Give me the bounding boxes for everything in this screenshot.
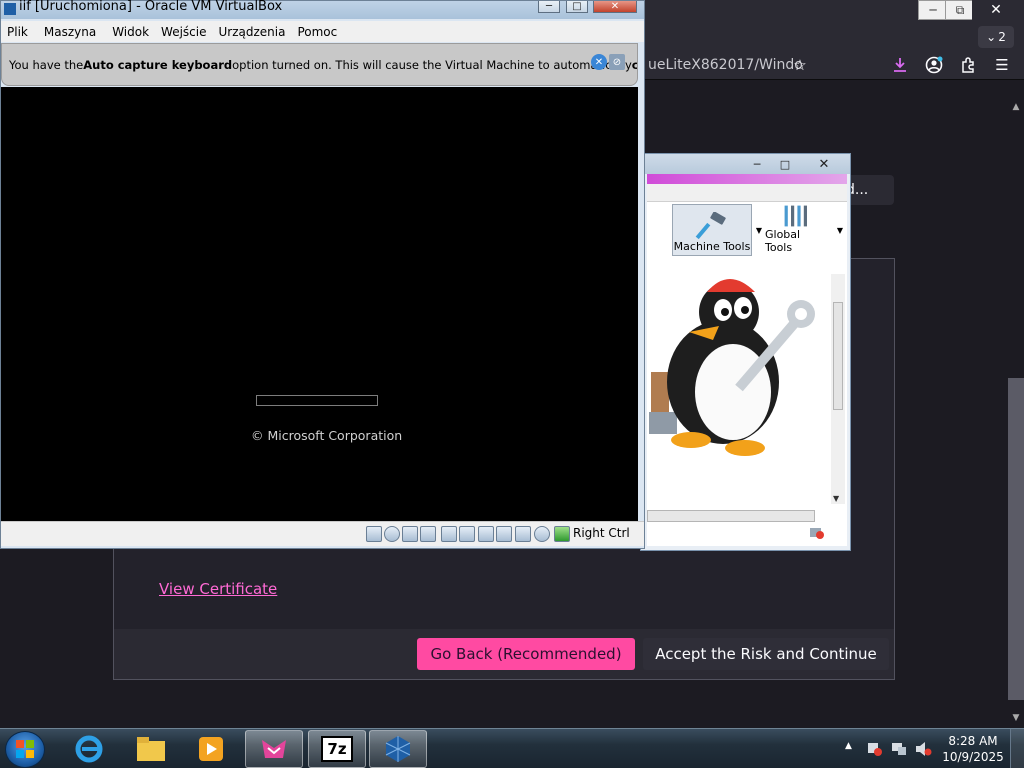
- menu-widok[interactable]: Widok: [102, 25, 155, 39]
- host-key-label: Right Ctrl: [573, 526, 630, 540]
- virtualbox-manager-window: ─ □ ✕ Machine Tools ▼ Global Tools ▼ ▼: [640, 153, 851, 551]
- optical-drive-icon[interactable]: [384, 526, 400, 542]
- show-hidden-icons-icon[interactable]: ▲: [845, 741, 852, 751]
- vm-guest-display[interactable]: © Microsoft Corporation: [1, 87, 638, 521]
- usb-icon[interactable]: [441, 526, 457, 542]
- media-player-icon: [199, 737, 223, 761]
- bookmark-star-icon[interactable]: ☆: [786, 52, 814, 78]
- maximize-button[interactable]: □: [566, 1, 588, 13]
- notice-do-not-show-icon[interactable]: ⊘: [609, 54, 625, 70]
- taskbar-virtualbox[interactable]: [369, 730, 427, 768]
- virtualbox-icon: [385, 736, 411, 762]
- action-center-icon[interactable]: [866, 741, 884, 757]
- accept-risk-button[interactable]: Accept the Risk and Continue: [643, 638, 889, 670]
- network-tray-icon[interactable]: [890, 741, 908, 757]
- 7zip-icon: 7z: [321, 736, 353, 762]
- taskbar-firefox[interactable]: [245, 730, 303, 768]
- audio-icon[interactable]: [402, 526, 418, 542]
- network-icon[interactable]: [420, 526, 436, 542]
- tab-count: 2: [998, 30, 1006, 44]
- notice-close-icon[interactable]: ✕: [591, 54, 607, 70]
- extensions-icon[interactable]: [954, 52, 982, 78]
- menu-pomoc[interactable]: Pomoc: [291, 25, 343, 39]
- folder-icon: [137, 737, 165, 761]
- scroll-up-arrow-icon[interactable]: ▲: [1008, 100, 1024, 114]
- minimize-button[interactable]: ─: [538, 1, 560, 13]
- mouse-integration-icon[interactable]: [534, 526, 550, 542]
- machine-tools-label: Machine Tools: [673, 240, 751, 253]
- global-tools-dropdown-icon[interactable]: ▼: [835, 204, 845, 256]
- recording-icon[interactable]: [496, 526, 512, 542]
- downloads-icon[interactable]: [886, 52, 914, 78]
- clock-date: 10/9/2025: [942, 750, 1004, 764]
- system-clock[interactable]: 8:28 AM 10/9/2025: [942, 733, 1004, 765]
- auto-capture-notification: You have the Auto capture keyboard optio…: [1, 43, 638, 86]
- taskbar-internet-explorer[interactable]: [60, 730, 118, 768]
- boot-progress-bar: [256, 395, 378, 406]
- taskbar-windows-explorer[interactable]: [122, 730, 180, 768]
- chevron-down-icon: ⌄: [986, 30, 997, 44]
- tools-bar: [647, 184, 847, 202]
- maximize-button[interactable]: □: [773, 156, 797, 172]
- global-tools-label: Global Tools: [765, 228, 801, 254]
- shared-folders-icon[interactable]: [459, 526, 475, 542]
- scroll-down-arrow-icon[interactable]: ▼: [1008, 711, 1024, 725]
- status-bar-vm-icon: [809, 524, 825, 540]
- virtualbox-icon: [3, 2, 17, 16]
- go-back-button[interactable]: Go Back (Recommended): [417, 638, 635, 670]
- menu-wejscie[interactable]: Wejście: [155, 25, 212, 39]
- restore-button[interactable]: ⧉: [945, 0, 975, 20]
- global-tools-icon: [784, 205, 807, 227]
- vbox-scrollbar-thumb[interactable]: [833, 302, 843, 410]
- global-tools-button[interactable]: Global Tools: [765, 204, 825, 256]
- close-button[interactable]: ✕: [593, 1, 637, 13]
- hamburger-menu-icon[interactable]: ☰: [988, 52, 1016, 78]
- menu-plik[interactable]: Plik: [1, 25, 34, 39]
- notice-bold-option: Auto capture keyboard: [83, 57, 233, 72]
- close-button[interactable]: ✕: [972, 0, 1020, 20]
- view-certificate-link[interactable]: View Certificate: [159, 580, 277, 598]
- windows-logo-icon: [16, 740, 34, 758]
- vbox-header-strip: [647, 174, 847, 184]
- account-icon[interactable]: [920, 52, 948, 78]
- machine-tools-dropdown-icon[interactable]: ▼: [754, 204, 764, 256]
- url-bar-text[interactable]: ueLiteX862017/Windo: [648, 57, 803, 73]
- hard-disk-icon[interactable]: [366, 526, 382, 542]
- start-button[interactable]: [5, 731, 45, 768]
- machine-tools-button[interactable]: Machine Tools: [672, 204, 752, 256]
- virtualization-icon[interactable]: [515, 526, 531, 542]
- taskbar-media-player[interactable]: [182, 730, 240, 768]
- vbox-manager-body: Machine Tools ▼ Global Tools ▼ ▼: [647, 184, 847, 546]
- internet-explorer-icon: [75, 735, 103, 763]
- display-icon[interactable]: [478, 526, 494, 542]
- vm-status-bar: Right Ctrl: [1, 521, 644, 546]
- taskbar-7zip[interactable]: 7z: [308, 730, 366, 768]
- notice-bold-capture: capture: [631, 57, 638, 72]
- notice-text-prefix: You have the: [9, 57, 84, 72]
- penguin-mascot-illustration: [649, 279, 815, 456]
- show-desktop-button[interactable]: [1010, 729, 1024, 768]
- scroll-down-arrow-icon[interactable]: ▼: [833, 494, 839, 503]
- clock-time: 8:28 AM: [948, 734, 998, 748]
- list-all-tabs-button[interactable]: ⌄ 2: [978, 26, 1014, 48]
- vm-menu-bar: Plik Maszyna Widok Wejście Urządzenia Po…: [1, 21, 644, 42]
- hammer-icon: [695, 212, 726, 240]
- virtualbox-vm-window: iif [Uruchomiona] - Oracle VM VirtualBox…: [0, 0, 645, 549]
- scrollbar-thumb[interactable]: [1008, 378, 1024, 700]
- windows-taskbar: 7z ▲ 8:28 AM 10/9/2025: [0, 728, 1024, 768]
- vm-window-title: iif [Uruchomiona] - Oracle VM VirtualBox: [19, 0, 283, 14]
- menu-urzadzenia[interactable]: Urządzenia: [212, 25, 291, 39]
- minimize-button[interactable]: ─: [918, 0, 948, 20]
- minimize-button[interactable]: ─: [745, 156, 769, 172]
- notice-text-middle: option turned on. This will cause the Vi…: [232, 57, 632, 72]
- menu-maszyna[interactable]: Maszyna: [34, 25, 102, 39]
- firefox-icon: [262, 740, 286, 758]
- vbox-horizontal-scrollbar[interactable]: [647, 510, 815, 522]
- boot-copyright-text: © Microsoft Corporation: [251, 428, 403, 443]
- close-button[interactable]: ✕: [807, 156, 841, 172]
- volume-muted-icon[interactable]: [914, 741, 932, 757]
- keyboard-capture-icon[interactable]: [554, 526, 570, 542]
